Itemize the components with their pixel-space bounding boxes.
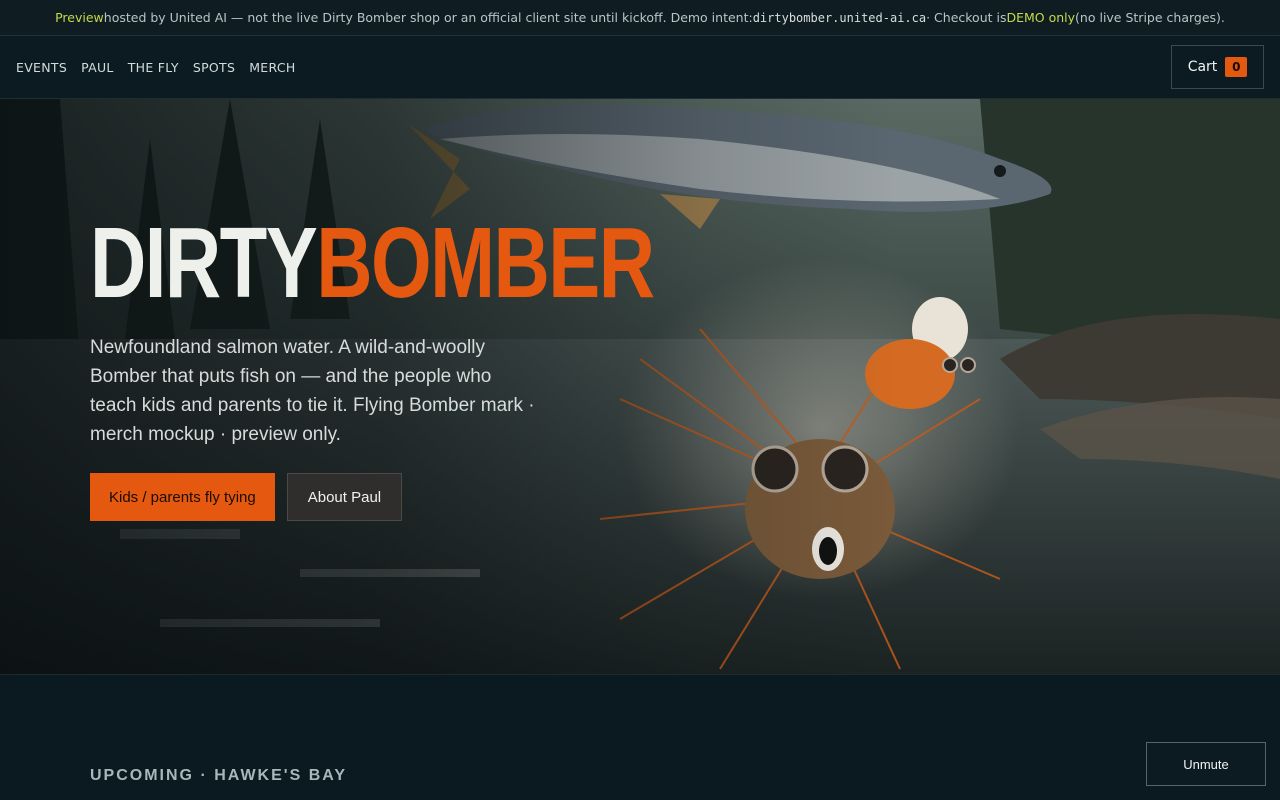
nav-item-spots[interactable]: SPOTS [193, 60, 235, 75]
banner-domain: dirtybomber.united-ai.ca [752, 10, 927, 25]
preview-banner: Preview hosted by United AI — not the li… [0, 0, 1280, 36]
top-nav: EVENTS PAUL THE FLY SPOTS MERCH Cart 0 [0, 36, 1280, 99]
logo-bomber: BOMBER [316, 207, 655, 319]
banner-text-3: (no live Stripe charges). [1075, 10, 1225, 25]
hero-content: DIRTYBOMBER Newfoundland salmon water. A… [90, 213, 655, 521]
banner-text-2: · Checkout is [926, 10, 1007, 25]
cart-count-badge: 0 [1225, 57, 1248, 77]
cart-label: Cart [1187, 59, 1218, 75]
about-paul-button[interactable]: About Paul [286, 473, 403, 521]
banner-text-1: hosted by United AI — not the live Dirty… [103, 10, 753, 25]
hero-section: DIRTYBOMBER Newfoundland salmon water. A… [0, 99, 1280, 675]
nav-links: EVENTS PAUL THE FLY SPOTS MERCH [16, 60, 310, 75]
nav-item-paul[interactable]: PAUL [81, 60, 114, 75]
cart-button[interactable]: Cart 0 [1171, 45, 1264, 89]
banner-preview-label: Preview [55, 10, 104, 25]
nav-item-the-fly[interactable]: THE FLY [128, 60, 179, 75]
fly-tying-button[interactable]: Kids / parents fly tying [90, 473, 275, 521]
unmute-button[interactable]: Unmute [1146, 742, 1266, 786]
logo-dirty: DIRTY [90, 207, 318, 319]
banner-demo-only: DEMO only [1006, 10, 1076, 25]
cta-row: Kids / parents fly tying About Paul [90, 473, 560, 521]
brand-logo: DIRTYBOMBER [90, 213, 655, 313]
nav-item-events[interactable]: EVENTS [16, 60, 67, 75]
hero-tagline: Newfoundland salmon water. A wild-and-wo… [90, 337, 535, 445]
upcoming-section-title: UPCOMING · HAWKE'S BAY [90, 767, 348, 784]
nav-item-merch[interactable]: MERCH [249, 60, 295, 75]
